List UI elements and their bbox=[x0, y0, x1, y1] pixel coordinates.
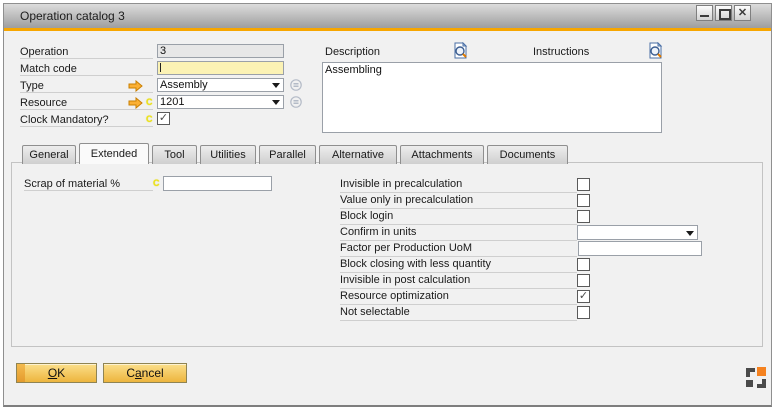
checkbox[interactable] bbox=[577, 274, 590, 287]
field-menu-icon[interactable] bbox=[290, 96, 302, 108]
match-code-label: Match code bbox=[20, 63, 77, 76]
clock-mandatory-label: Clock Mandatory? bbox=[20, 114, 109, 127]
maximize-icon bbox=[719, 9, 731, 20]
field-label: Block login bbox=[340, 209, 577, 225]
chevron-down-icon bbox=[686, 231, 694, 236]
extended-row: Confirm in units bbox=[340, 225, 705, 241]
field-menu-icon[interactable] bbox=[290, 79, 302, 91]
extended-row: Resource optimization✓ bbox=[340, 289, 705, 305]
checkbox[interactable] bbox=[577, 194, 590, 207]
tab-utilities[interactable]: Utilities bbox=[200, 145, 256, 164]
text-input[interactable] bbox=[578, 241, 702, 256]
field-label: Invisible in post calculation bbox=[340, 273, 577, 289]
checkbox[interactable] bbox=[577, 258, 590, 271]
minimize-button[interactable] bbox=[696, 5, 713, 21]
extended-row: Block login bbox=[340, 209, 705, 225]
checkbox[interactable] bbox=[577, 210, 590, 223]
tab-extended[interactable]: Extended bbox=[79, 143, 149, 164]
tab-general[interactable]: General bbox=[22, 145, 76, 164]
tab-parallel[interactable]: Parallel bbox=[259, 145, 316, 164]
beas-logo bbox=[744, 366, 768, 390]
tab-strip: GeneralExtendedToolUtilitiesParallelAlte… bbox=[22, 143, 568, 164]
tab-alternative[interactable]: Alternative bbox=[319, 145, 397, 164]
text-caret bbox=[160, 63, 161, 72]
cancel-button[interactable]: Cancel bbox=[103, 363, 187, 383]
link-arrow-icon[interactable] bbox=[128, 97, 143, 109]
instructions-label: Instructions bbox=[533, 46, 589, 59]
title-bar[interactable]: Operation catalog 3 bbox=[4, 4, 771, 28]
modified-flag: C bbox=[146, 97, 153, 107]
focus-strip bbox=[17, 364, 25, 382]
description-label: Description bbox=[325, 46, 380, 59]
checkbox-checked[interactable]: ✓ bbox=[577, 290, 590, 303]
window-title: Operation catalog 3 bbox=[20, 4, 125, 28]
chevron-down-icon bbox=[272, 100, 280, 105]
field-label: Factor per Production UoM bbox=[340, 241, 577, 257]
extended-row: Block closing with less quantity bbox=[340, 257, 705, 273]
close-button[interactable]: ✕ bbox=[734, 5, 751, 21]
field-label: Resource optimization bbox=[340, 289, 577, 305]
type-label: Type bbox=[20, 80, 44, 93]
extended-row: Value only in precalculation bbox=[340, 193, 705, 209]
extended-row: Not selectable bbox=[340, 305, 705, 321]
ok-button[interactable]: OK bbox=[16, 363, 97, 383]
scrap-input[interactable] bbox=[163, 176, 272, 191]
scrap-label: Scrap of material % bbox=[24, 178, 120, 191]
resource-value: 1201 bbox=[160, 96, 184, 108]
description-textarea[interactable]: Assembling bbox=[322, 62, 662, 133]
dropdown[interactable] bbox=[577, 225, 698, 240]
field-label: Confirm in units bbox=[340, 225, 577, 241]
type-dropdown[interactable]: Assembly bbox=[157, 78, 284, 92]
accent-line bbox=[4, 28, 771, 31]
resource-label: Resource bbox=[20, 97, 67, 110]
modified-flag: C bbox=[146, 114, 153, 124]
extended-row: Invisible in precalculation bbox=[340, 177, 705, 193]
resource-dropdown[interactable]: 1201 bbox=[157, 95, 284, 109]
chevron-down-icon bbox=[272, 83, 280, 88]
tab-attachments[interactable]: Attachments bbox=[400, 145, 484, 164]
tab-documents[interactable]: Documents bbox=[487, 145, 568, 164]
extended-row: Factor per Production UoM bbox=[340, 241, 705, 257]
tab-tool[interactable]: Tool bbox=[152, 145, 197, 164]
clock-mandatory-checkbox[interactable]: ✓ bbox=[157, 112, 170, 125]
extended-row: Invisible in post calculation bbox=[340, 273, 705, 289]
link-arrow-icon[interactable] bbox=[128, 80, 143, 92]
cancel-button-label: Cancel bbox=[126, 366, 163, 380]
ok-button-label: OK bbox=[48, 366, 65, 380]
operation-field bbox=[157, 44, 284, 58]
operation-catalog-window: Operation catalog 3 ✕ Operation Match co… bbox=[0, 0, 775, 409]
close-icon: ✕ bbox=[735, 6, 750, 20]
checkbox[interactable] bbox=[577, 306, 590, 319]
checkbox[interactable] bbox=[577, 178, 590, 191]
maximize-button[interactable] bbox=[715, 5, 732, 21]
text-preview-icon[interactable] bbox=[647, 42, 664, 59]
operation-label: Operation bbox=[20, 46, 68, 59]
type-value: Assembly bbox=[160, 79, 208, 91]
modified-flag: C bbox=[153, 178, 160, 188]
text-preview-icon[interactable] bbox=[452, 42, 469, 59]
field-label: Value only in precalculation bbox=[340, 193, 577, 209]
field-label: Not selectable bbox=[340, 305, 577, 321]
field-label: Block closing with less quantity bbox=[340, 257, 577, 273]
match-code-input[interactable] bbox=[157, 61, 284, 75]
minimize-icon bbox=[700, 15, 709, 17]
field-label: Invisible in precalculation bbox=[340, 177, 577, 193]
